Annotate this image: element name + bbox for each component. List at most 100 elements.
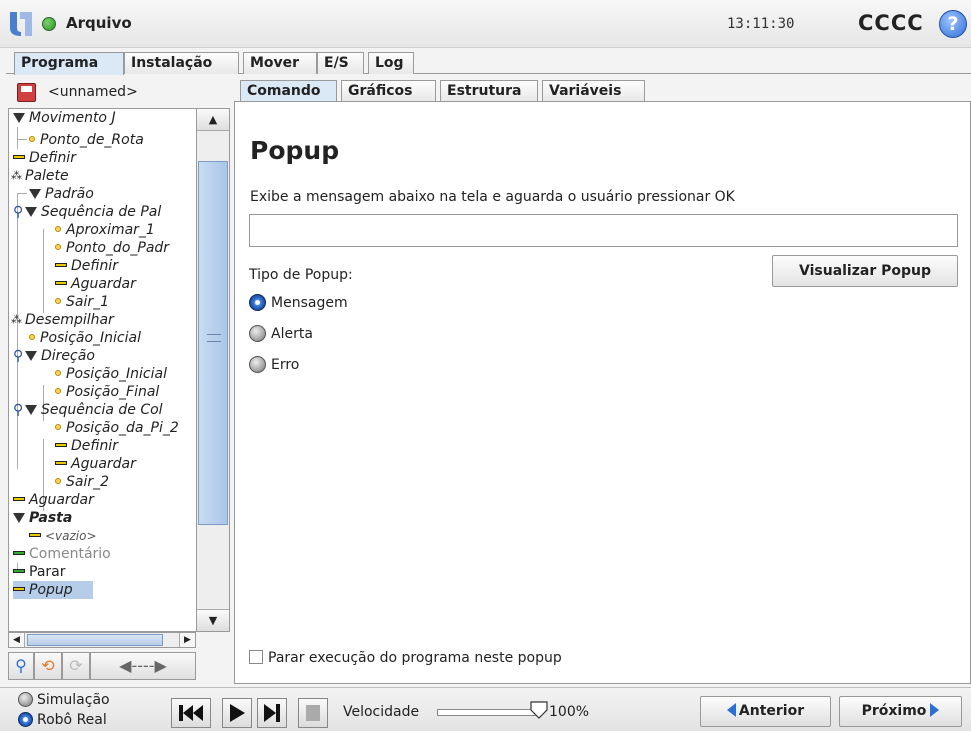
- tree-node-popup[interactable]: Popup: [13, 581, 93, 599]
- popup-message-input[interactable]: [249, 214, 958, 247]
- waypoint-icon: [55, 298, 61, 304]
- tree-node-aguardar-2[interactable]: Aguardar: [55, 455, 136, 473]
- tree-node-definir[interactable]: Definir: [13, 149, 76, 167]
- folder-triangle-icon: [29, 189, 41, 199]
- tree-horizontal-scrollbar[interactable]: ◀ ▶: [8, 632, 196, 648]
- speed-slider[interactable]: [437, 709, 541, 716]
- play-button[interactable]: [222, 698, 252, 728]
- speed-slider-handle-icon[interactable]: [530, 701, 548, 719]
- checkbox-box: [249, 650, 263, 664]
- tab-programa[interactable]: Programa: [14, 52, 124, 75]
- tree-node-movimento-j[interactable]: Movimento J: [13, 109, 116, 127]
- ur-logo-icon: [10, 12, 32, 36]
- stop-execution-checkbox[interactable]: Parar execução do programa neste popup: [249, 650, 562, 666]
- tree-node-aguardar[interactable]: Aguardar: [55, 275, 136, 293]
- comment-icon: [13, 551, 25, 555]
- tree-node-definir-3[interactable]: Definir: [55, 437, 118, 455]
- tree-node-sair-1[interactable]: Sair_1: [55, 293, 109, 311]
- undo-icon[interactable]: ⟲: [34, 652, 62, 680]
- help-icon[interactable]: ?: [939, 10, 967, 38]
- step-button[interactable]: [257, 698, 287, 728]
- pallet-icon: ⁂: [11, 313, 22, 326]
- sequence-icon: ⚲: [13, 348, 24, 364]
- tree-vertical-scrollbar[interactable]: ▲ ▼: [196, 108, 230, 632]
- radio-alerta[interactable]: Alerta: [249, 324, 313, 344]
- tree-node-aproximar-1[interactable]: Aproximar_1: [55, 221, 155, 239]
- waypoint-icon: [55, 226, 61, 232]
- folder-triangle-icon: [25, 207, 37, 217]
- save-program-icon[interactable]: [17, 83, 36, 102]
- app-window: Arquivo 13:11:30 CCCC ? Programa Instala…: [0, 0, 971, 731]
- stop-button[interactable]: [298, 698, 328, 728]
- tree-node-palete[interactable]: ⁂ Palete: [11, 167, 69, 185]
- tree-node-aguardar-3[interactable]: Aguardar: [13, 491, 94, 509]
- tree-node-posicao-inicial[interactable]: Posição_Inicial: [29, 329, 141, 347]
- radio-mensagem[interactable]: Mensagem: [249, 293, 348, 313]
- tree-node-parar[interactable]: Parar: [13, 563, 65, 581]
- tree-node-sair-2[interactable]: Sair_2: [55, 473, 109, 491]
- move-node-icon[interactable]: ◀----▶: [90, 652, 196, 680]
- radio-unselected-icon: [18, 692, 33, 707]
- mode-simulacao[interactable]: Simulação: [18, 691, 110, 709]
- search-icon[interactable]: ⚲: [8, 652, 34, 680]
- waypoint-icon: [55, 478, 61, 484]
- tab-log[interactable]: Log: [368, 52, 414, 74]
- next-button[interactable]: Próximo: [839, 696, 962, 727]
- tree-node-ponto-de-rota[interactable]: Ponto_de_Rota: [29, 131, 144, 149]
- waypoint-icon: [55, 370, 61, 376]
- command-icon: [55, 461, 67, 465]
- sequence-icon: ⚲: [13, 204, 24, 220]
- previous-button[interactable]: Anterior: [700, 696, 831, 727]
- folder-triangle-icon: [25, 405, 37, 415]
- program-name: <unnamed>: [48, 84, 138, 100]
- radio-unselected-icon: [249, 356, 266, 373]
- scroll-thumb-horizontal[interactable]: [27, 634, 163, 646]
- stop-icon: [306, 705, 320, 721]
- scroll-down-icon[interactable]: ▼: [197, 609, 229, 631]
- tree-node-posicao-inicial-2[interactable]: Posição_Inicial: [55, 365, 167, 383]
- scroll-thumb[interactable]: [198, 161, 228, 525]
- skip-to-start-button[interactable]: [171, 698, 211, 728]
- tab-instalacao[interactable]: Instalação: [124, 52, 239, 74]
- tab-es[interactable]: E/S: [317, 52, 364, 74]
- mode-robo-real[interactable]: Robô Real: [18, 711, 107, 729]
- folder-triangle-icon: [13, 113, 25, 123]
- tree-node-posicao-final[interactable]: Posição_Final: [55, 383, 159, 401]
- preview-popup-button[interactable]: Visualizar Popup: [772, 255, 958, 287]
- tree-node-sequencia-col[interactable]: ⚲ Sequência de Col: [13, 401, 163, 419]
- tab-estrutura[interactable]: Estrutura: [440, 80, 538, 102]
- command-icon: [29, 533, 41, 537]
- radio-erro[interactable]: Erro: [249, 355, 299, 375]
- command-icon: [13, 497, 25, 501]
- tree-node-definir-2[interactable]: Definir: [55, 257, 118, 275]
- skip-start-icon: [179, 705, 203, 721]
- grip-icon: [207, 334, 221, 342]
- scroll-up-icon[interactable]: ▲: [197, 109, 229, 131]
- command-icon: [55, 281, 67, 285]
- tree-node-direcao[interactable]: ⚲ Direção: [13, 347, 95, 365]
- radio-selected-icon: [18, 712, 33, 727]
- tree-node-ponto-do-padr[interactable]: Ponto_do_Padr: [55, 239, 169, 257]
- tree-node-vazio[interactable]: <vazio>: [29, 527, 97, 545]
- tab-comando[interactable]: Comando: [240, 80, 337, 103]
- tree-node-pasta[interactable]: Pasta: [13, 509, 72, 527]
- redo-icon[interactable]: ⟳: [62, 652, 90, 680]
- speed-label: Velocidade: [343, 704, 420, 720]
- tree-node-comentario[interactable]: Comentário: [13, 545, 111, 563]
- tab-variaveis[interactable]: Variáveis: [542, 80, 645, 102]
- file-menu[interactable]: Arquivo: [66, 14, 132, 32]
- tab-graficos[interactable]: Gráficos: [341, 80, 436, 102]
- scroll-left-icon[interactable]: ◀: [9, 633, 25, 647]
- arrow-left-icon: [726, 703, 736, 717]
- command-icon: [13, 155, 25, 159]
- tree-node-posicao-da-pi-2[interactable]: Posição_da_Pi_2: [55, 419, 179, 437]
- tree-node-padrao[interactable]: Padrão: [29, 185, 94, 203]
- tree-node-desempilhar[interactable]: ⁂ Desempilhar: [11, 311, 114, 329]
- tab-mover[interactable]: Mover: [243, 52, 317, 74]
- scroll-right-icon[interactable]: ▶: [179, 633, 195, 647]
- waypoint-icon: [29, 334, 35, 340]
- robot-name: CCCC: [858, 11, 924, 35]
- arrow-right-icon: [930, 703, 940, 717]
- tree-node-sequencia-pal[interactable]: ⚲ Sequência de Pal: [13, 203, 161, 221]
- command-icon: [55, 443, 67, 447]
